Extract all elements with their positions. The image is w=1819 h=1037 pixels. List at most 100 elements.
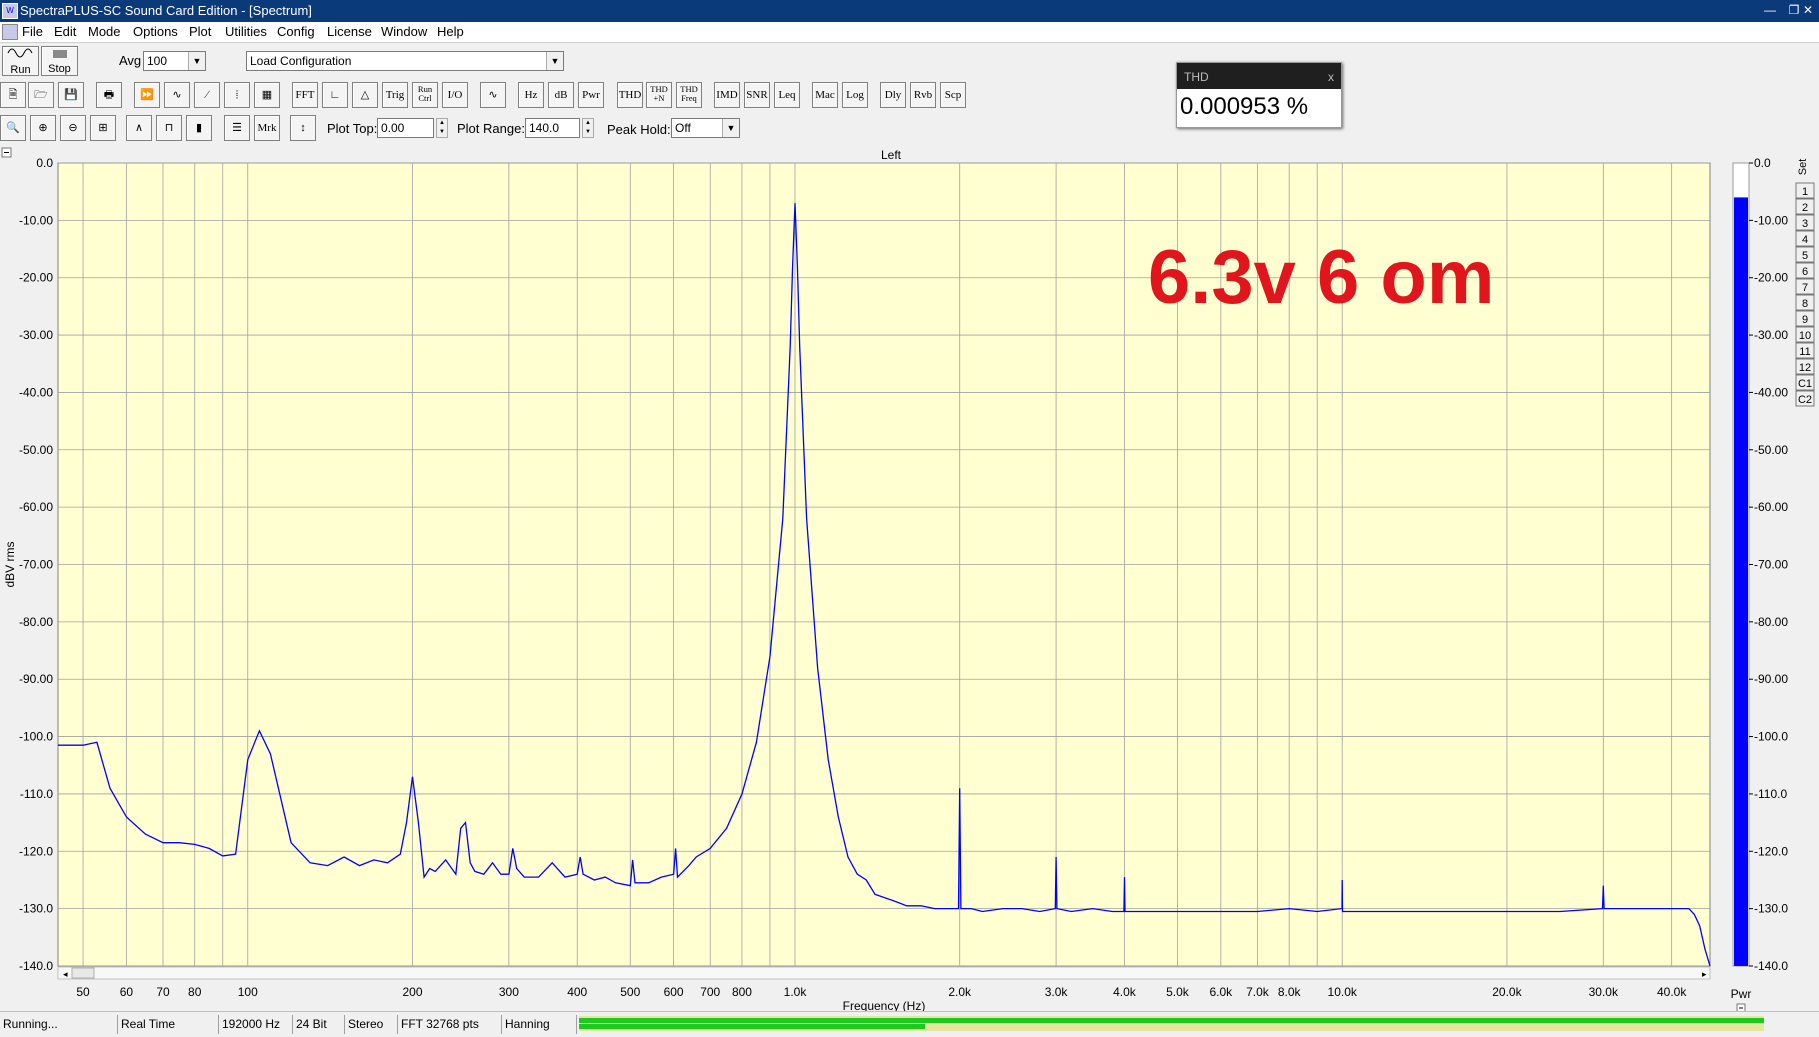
bars-icon[interactable]: ▮ (186, 115, 212, 141)
menu-edit[interactable]: Edit (54, 24, 76, 39)
plot-header (0, 145, 1819, 163)
spectrum-plot[interactable]: Left 0.0 -10.00 -20.00 -30.00 -40.00 -50.00 -60… (0, 145, 1819, 1011)
set-item-label: 11 (1799, 346, 1810, 358)
io-button[interactable]: I/O (442, 82, 468, 108)
mdi-window-icon[interactable] (2, 24, 18, 40)
triangle-icon[interactable]: △ (352, 82, 378, 108)
menu-help[interactable]: Help (437, 24, 464, 39)
axis-icon[interactable]: ∟ (322, 82, 348, 108)
fast-forward-icon[interactable]: ⏩ (134, 82, 160, 108)
log-button[interactable]: Log (842, 82, 868, 108)
peak-icon[interactable]: ∧ (126, 115, 152, 141)
chevron-down-icon[interactable]: ▼ (546, 52, 563, 70)
peak-hold-label: Peak Hold: (607, 122, 671, 137)
thd-button[interactable]: THD (617, 82, 643, 108)
power-bar-fill (1734, 197, 1748, 966)
waveform-icon[interactable]: ∿ (164, 82, 190, 108)
rvb-button[interactable]: Rvb (910, 82, 936, 108)
menu-bar: File Edit Mode Options Plot Utilities Co… (0, 22, 1819, 43)
plot-range-input[interactable]: 140.0 (525, 118, 580, 138)
zoom-icon[interactable]: 🔍 (0, 115, 26, 141)
set-item-label: C2 (1798, 394, 1812, 406)
stop-icon (52, 50, 67, 58)
status-bar: Running... Real Time 192000 Hz 24 Bit St… (0, 1011, 1819, 1037)
thd-window-header[interactable]: THD x (1177, 63, 1341, 89)
menu-license[interactable]: License (327, 24, 372, 39)
vertical-cursor-icon[interactable]: ↕ (290, 115, 316, 141)
thd-value: 0.000953 % (1180, 93, 1309, 120)
stop-button[interactable]: Stop (41, 46, 78, 76)
menu-mode[interactable]: Mode (88, 24, 121, 39)
spectrogram-icon[interactable]: ⦙ (224, 82, 250, 108)
menu-utilities[interactable]: Utilities (225, 24, 267, 39)
set-item-label: 10 (1799, 330, 1811, 342)
input-level-right (579, 1024, 925, 1029)
save-icon[interactable]: 💾 (58, 82, 84, 108)
ramp-icon[interactable]: ∕ (194, 82, 220, 108)
status-window: Hanning (502, 1015, 577, 1034)
zoom-full-icon[interactable]: ⊞ (90, 115, 116, 141)
open-folder-icon[interactable]: 🗁 (28, 82, 54, 108)
scp-button[interactable]: Scp (940, 82, 966, 108)
run-ctrl-button[interactable]: Run Ctrl (412, 82, 438, 108)
set-item-label: 5 (1802, 250, 1808, 262)
thd-window[interactable]: THD x 0.000953 % (1176, 62, 1342, 128)
menu-options[interactable]: Options (133, 24, 178, 39)
minimize-icon[interactable]: — (1762, 2, 1778, 18)
app-icon[interactable]: W (2, 3, 18, 19)
peak-hold-select[interactable]: Off ▼ (671, 118, 740, 138)
plot-top-spinner[interactable]: ▲ ▼ (436, 118, 448, 138)
plot-top-input[interactable]: 0.00 (377, 118, 434, 138)
dly-button[interactable]: Dly (880, 82, 906, 108)
close-icon[interactable]: x (1328, 70, 1334, 84)
close-icon[interactable]: ✕ (1800, 2, 1816, 18)
power-scale-label: -130.0 (1754, 902, 1788, 916)
y-tick-label: -140.0 (19, 959, 53, 973)
thd-freq-button[interactable]: THD Freq (676, 82, 702, 108)
x-tick-label: 200 (402, 985, 422, 999)
fft-button[interactable]: FFT (292, 82, 318, 108)
menu-window[interactable]: Window (381, 24, 427, 39)
horizontal-scrollbar[interactable] (57, 966, 1711, 980)
y-tick-label: -10.00 (19, 213, 53, 227)
y-tick-label: -20.00 (19, 271, 53, 285)
x-tick-label: 1.0k (784, 985, 808, 999)
mrk-button[interactable]: Mrk (254, 115, 280, 141)
hz-button[interactable]: Hz (518, 82, 544, 108)
trig-button[interactable]: Trig (382, 82, 408, 108)
leq-button[interactable]: Leq (774, 82, 800, 108)
y-tick-label: -120.0 (19, 844, 53, 858)
print-icon[interactable]: 🖶 (96, 82, 122, 108)
zoom-in-icon[interactable]: ⊕ (30, 115, 56, 141)
generator-icon[interactable]: ∿ (480, 82, 506, 108)
list-icon[interactable]: ☰ (224, 115, 250, 141)
thd-n-button[interactable]: THD +N (646, 82, 672, 108)
configuration-select[interactable]: Load Configuration ▼ (246, 51, 564, 71)
plot-range-spinner[interactable]: ▲ ▼ (582, 118, 594, 138)
3d-surface-icon[interactable]: ▦ (254, 82, 280, 108)
status-mode: Real Time (118, 1015, 219, 1034)
menu-plot[interactable]: Plot (189, 24, 211, 39)
plot-range-label: Plot Range: (457, 121, 525, 136)
power-scale-label: -100.0 (1754, 730, 1788, 744)
avg-label: Avg (119, 53, 142, 68)
pwr-button[interactable]: Pwr (578, 82, 604, 108)
new-file-icon[interactable]: 🗎 (0, 82, 26, 108)
db-button[interactable]: dB (548, 82, 574, 108)
step-icon[interactable]: ⊓ (156, 115, 182, 141)
x-tick-label: 80 (188, 985, 202, 999)
chevron-down-icon[interactable]: ▼ (188, 52, 205, 70)
thd-window-title: THD (1184, 70, 1209, 84)
power-scale-label: -60.00 (1754, 500, 1788, 514)
snr-button[interactable]: SNR (744, 82, 770, 108)
zoom-out-icon[interactable]: ⊖ (60, 115, 86, 141)
run-button[interactable]: Run (2, 46, 39, 76)
mac-button[interactable]: Mac (812, 82, 838, 108)
y-tick-label: -70.00 (19, 558, 53, 572)
imd-button[interactable]: IMD (714, 82, 740, 108)
y-tick-label: -100.0 (19, 730, 53, 744)
menu-file[interactable]: File (22, 24, 43, 39)
avg-select[interactable]: 100 ▼ (143, 51, 206, 71)
chevron-down-icon[interactable]: ▼ (722, 119, 739, 137)
menu-config[interactable]: Config (277, 24, 315, 39)
